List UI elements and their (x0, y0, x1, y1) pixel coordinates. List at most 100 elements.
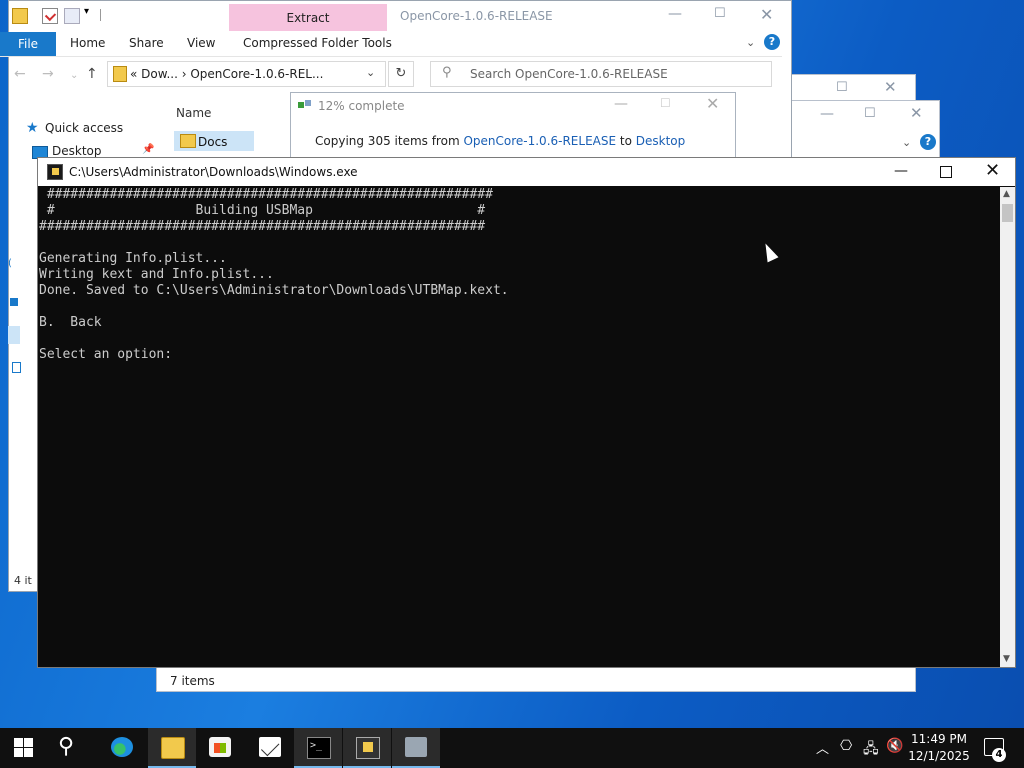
chevron-down-icon[interactable]: ⌄ (366, 66, 375, 79)
clock-time[interactable]: 11:49 PM (900, 732, 978, 746)
clock-date[interactable]: 12/1/2025 (900, 749, 978, 763)
taskbar-terminal[interactable] (294, 728, 342, 768)
tab-file[interactable]: File (0, 32, 56, 56)
pin-icon: 📌 (142, 144, 155, 155)
folder-icon (180, 134, 196, 148)
usbmap-app-icon (356, 737, 380, 759)
tab-home[interactable]: Home (70, 36, 105, 50)
explorer2-close-icon[interactable]: ✕ (884, 78, 897, 96)
window-title: OpenCore-1.0.6-RELEASE (400, 9, 553, 23)
app-icon (47, 164, 63, 180)
column-header-name[interactable]: Name (176, 106, 211, 120)
taskbar-store[interactable] (196, 728, 244, 768)
start-button[interactable] (14, 738, 34, 758)
copy-dialog-icon (405, 737, 427, 757)
extract-tab[interactable]: Extract (229, 11, 387, 25)
star-icon: ★ (26, 120, 39, 136)
copy-dest-link[interactable]: Desktop (636, 134, 686, 148)
mail-icon (259, 737, 281, 757)
copy-mid: to (616, 134, 636, 148)
explorer3-close-icon[interactable]: ✕ (910, 104, 923, 122)
folder-icon[interactable] (12, 8, 28, 24)
edge-icon (111, 737, 133, 757)
search-icon[interactable]: ⚲ (58, 734, 74, 759)
address-path[interactable]: « Dow... › OpenCore-1.0.6-REL... (130, 67, 323, 81)
console-line: Done. Saved to C:\Users\Administrator\Do… (39, 283, 509, 298)
minimize-icon[interactable]: — (894, 163, 908, 179)
webcam-icon[interactable]: ⎔ (840, 738, 852, 754)
copy-prefix: Copying 305 items from (315, 134, 464, 148)
drive-icon (12, 362, 21, 373)
new-folder-icon[interactable] (64, 8, 80, 24)
taskbar-copy-dialog[interactable] (392, 728, 440, 768)
windows-logo-pane (14, 748, 23, 757)
notification-count-badge: 4 (992, 748, 1006, 762)
tab-share[interactable]: Share (129, 36, 164, 50)
search-icon: ⚲ (442, 65, 452, 80)
windows-logo-pane (24, 738, 33, 747)
console-line: B. Back (39, 315, 102, 330)
customize-qat-icon[interactable]: ▾ (84, 6, 89, 17)
scrollbar[interactable] (1000, 187, 1015, 667)
close-icon[interactable]: ✕ (760, 5, 773, 24)
refresh-icon[interactable]: ↻ (388, 61, 414, 87)
show-hidden-icons-chevron-icon[interactable]: ︿ (816, 738, 829, 757)
tab-compressed-folder-tools[interactable]: Compressed Folder Tools (243, 36, 392, 50)
maximize-icon[interactable] (940, 166, 952, 178)
status-text: 4 it (14, 574, 32, 587)
minimize-icon[interactable]: — (614, 96, 628, 112)
terminal-icon (307, 737, 331, 759)
recent-chevron-icon[interactable]: ⌄ (70, 70, 78, 81)
onedrive-icon (10, 298, 18, 306)
chevron-down-icon[interactable]: ⌄ (902, 136, 911, 149)
console-output[interactable]: ########################################… (39, 187, 999, 665)
taskbar-file-explorer[interactable] (148, 728, 196, 768)
copy-source-link[interactable]: OpenCore-1.0.6-RELEASE (463, 134, 616, 148)
help-icon[interactable]: ? (920, 134, 936, 150)
network-icon[interactable]: 🖧 (863, 738, 879, 762)
copy-status-text: Copying 305 items from OpenCore-1.0.6-RE… (315, 134, 685, 148)
list-item-label: Docs (198, 135, 228, 149)
taskbar-edge[interactable] (98, 728, 146, 768)
taskbar-mail[interactable] (246, 728, 294, 768)
console-prompt[interactable]: Select an option: (39, 347, 180, 362)
search-placeholder: Search OpenCore-1.0.6-RELEASE (470, 67, 668, 81)
maximize-icon: ☐ (660, 96, 671, 110)
tab-view[interactable]: View (187, 36, 215, 50)
explorer3-minimize-icon[interactable]: — (820, 106, 834, 122)
forward-arrow-icon[interactable]: → (42, 66, 54, 82)
explorer2-maximize-icon[interactable]: ☐ (836, 80, 848, 95)
scrollbar-thumb[interactable] (1002, 204, 1013, 222)
taskbar-usbmap[interactable] (343, 728, 391, 768)
explorer3-maximize-icon[interactable]: ☐ (864, 106, 876, 121)
minimize-icon[interactable]: — (668, 6, 682, 22)
windows-logo-pane (14, 738, 23, 747)
windows-logo-pane (24, 748, 33, 757)
store-icon (209, 737, 231, 757)
maximize-icon[interactable]: ☐ (714, 6, 726, 21)
sidebar-item-partial[interactable]: ( (8, 258, 18, 269)
console-line: Generating Info.plist... (39, 251, 227, 266)
sidebar-item-selected[interactable] (8, 326, 20, 344)
scroll-up-icon[interactable]: ▲ (1003, 189, 1010, 199)
sidebar-item-quick-access[interactable]: Quick access (45, 121, 123, 135)
dialog-title: 12% complete (318, 99, 405, 113)
folder-icon (113, 66, 127, 82)
close-icon[interactable]: ✕ (985, 160, 1000, 181)
sidebar-item-desktop[interactable]: Desktop (52, 144, 102, 158)
up-arrow-icon[interactable]: ↑ (86, 66, 98, 82)
back-arrow-icon[interactable]: ← (14, 66, 26, 82)
console-line: # Building USBMap # (39, 203, 486, 218)
file-explorer-icon (161, 737, 185, 759)
help-icon[interactable]: ? (764, 34, 780, 50)
properties-icon[interactable] (42, 8, 58, 24)
address-breadcrumb[interactable]: Dow... › OpenCore-1.0.6-REL... (141, 67, 323, 81)
scroll-down-icon[interactable]: ▼ (1003, 654, 1010, 664)
copy-icon (298, 100, 312, 110)
console-line: Writing kext and Info.plist... (39, 267, 274, 282)
explorer2-status-text: 7 items (170, 674, 215, 688)
close-icon[interactable]: ✕ (706, 94, 719, 113)
chevron-down-icon[interactable]: ⌄ (746, 36, 755, 49)
toolbar-divider (100, 9, 101, 21)
console-title: C:\Users\Administrator\Downloads\Windows… (69, 165, 358, 179)
